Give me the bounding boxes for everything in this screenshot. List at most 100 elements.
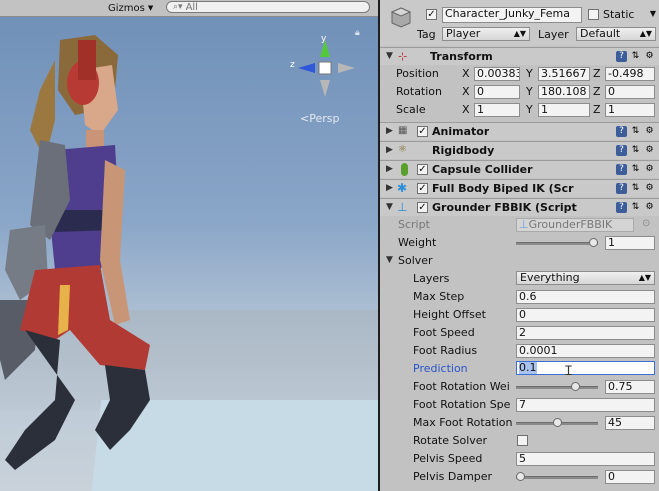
- preset-icon[interactable]: ⇅: [630, 51, 641, 62]
- persp-label[interactable]: <Persp: [300, 112, 339, 125]
- pelvis-speed-field[interactable]: 5: [516, 452, 655, 466]
- animator-header[interactable]: ▶ ▦ ✓ Animator ? ⇅ ⚙: [380, 122, 659, 140]
- pelvis-damper-field[interactable]: 0: [605, 470, 655, 484]
- capsule-icon: [401, 163, 408, 176]
- scale-z-field[interactable]: 1: [605, 103, 655, 117]
- gizmo-z-axis[interactable]: [298, 63, 315, 73]
- gear-icon[interactable]: ⚙: [644, 126, 655, 137]
- gizmo-neg-x-axis[interactable]: [338, 63, 355, 73]
- rotation-row: Rotation X 0 Y 180.108 Z 0: [380, 83, 659, 101]
- gear-icon[interactable]: ⚙: [644, 164, 655, 175]
- prediction-label: Prediction: [413, 362, 468, 375]
- scale-x-field[interactable]: 1: [474, 103, 520, 117]
- preset-icon[interactable]: ⇅: [630, 145, 641, 156]
- position-y-field[interactable]: 3.51667: [538, 67, 590, 81]
- rotation-label: Rotation: [396, 85, 443, 98]
- foldout-arrow-icon[interactable]: ▶: [386, 145, 393, 155]
- help-book-icon[interactable]: ?: [616, 164, 627, 175]
- dropdown-arrow-icon: ▼: [147, 4, 154, 12]
- max-step-row: Max Step 0.6: [380, 288, 659, 306]
- scene-search[interactable]: ⌕▾: [166, 1, 370, 13]
- static-dropdown[interactable]: ▼: [645, 8, 659, 22]
- weight-label: Weight: [398, 236, 437, 249]
- layer-dropdown[interactable]: Default ▲▼: [576, 27, 656, 41]
- scale-y-field[interactable]: 1: [538, 103, 590, 117]
- height-offset-field[interactable]: 0: [516, 308, 655, 322]
- capsule-collider-enabled-checkbox[interactable]: ✓: [417, 164, 428, 175]
- scale-row: Scale X 1 Y 1 Z 1: [380, 101, 659, 119]
- weight-row: Weight 1: [380, 234, 659, 252]
- foot-rotation-weight-slider-knob[interactable]: [570, 382, 580, 391]
- max-foot-rotation-slider-knob[interactable]: [552, 418, 562, 427]
- rotate-solver-checkbox[interactable]: [517, 435, 528, 446]
- max-foot-rotation-field[interactable]: 45: [605, 416, 655, 430]
- max-foot-rotation-label: Max Foot Rotation: [413, 416, 513, 429]
- grounder-fbbik-title: Grounder FBBIK (Script: [432, 201, 577, 214]
- foot-radius-field[interactable]: 0.0001: [516, 344, 655, 358]
- foldout-arrow-icon[interactable]: ▼: [386, 51, 393, 61]
- help-book-icon[interactable]: ?: [616, 202, 627, 213]
- preset-icon[interactable]: ⇅: [630, 164, 641, 175]
- weight-field[interactable]: 1: [605, 236, 655, 250]
- position-z-field[interactable]: -0.498: [605, 67, 655, 81]
- gizmos-dropdown[interactable]: Gizmos ▼: [104, 1, 157, 15]
- pelvis-damper-slider-knob[interactable]: [516, 472, 525, 481]
- preset-icon[interactable]: ⇅: [630, 126, 641, 137]
- grounder-fbbik-header[interactable]: ▼ ⊥ ✓ Grounder FBBIK (Script ? ⇅ ⚙: [380, 198, 659, 216]
- rotation-y-field[interactable]: 180.108: [538, 85, 590, 99]
- animator-icon: ▦: [398, 125, 408, 136]
- rotation-z-field[interactable]: 0: [605, 85, 655, 99]
- full-body-biped-ik-header[interactable]: ▶ ✱ ✓ Full Body Biped IK (Scr ? ⇅ ⚙: [380, 179, 659, 197]
- pelvis-damper-row: Pelvis Damper 0: [380, 468, 659, 486]
- prediction-field[interactable]: 0.1: [516, 361, 655, 375]
- help-book-icon[interactable]: ?: [616, 183, 627, 194]
- foot-rotation-weight-slider-track[interactable]: [516, 386, 598, 389]
- foot-rotation-weight-field[interactable]: 0.75: [605, 380, 655, 394]
- scene-view[interactable]: Gizmos ▼ ⌕▾ 🔒︎ y z <Persp: [0, 0, 378, 491]
- script-object-field: ⊥GrounderFBBIK: [516, 218, 634, 232]
- weight-slider-track[interactable]: [516, 242, 598, 245]
- solver-foldout[interactable]: ▼ Solver: [380, 252, 659, 270]
- gear-icon[interactable]: ⚙: [644, 145, 655, 156]
- transform-icon: ⊹: [398, 50, 408, 63]
- static-checkbox[interactable]: [588, 9, 599, 20]
- layers-dropdown[interactable]: Everything ▲▼: [516, 271, 655, 285]
- foldout-arrow-icon[interactable]: ▼: [386, 255, 393, 265]
- foot-rotation-speed-field[interactable]: 7: [516, 398, 655, 412]
- scene-orientation-gizmo[interactable]: y z: [290, 35, 360, 105]
- gear-icon[interactable]: ⚙: [644, 202, 655, 213]
- preset-icon[interactable]: ⇅: [630, 202, 641, 213]
- pelvis-damper-slider-track[interactable]: [516, 476, 598, 479]
- help-book-icon[interactable]: ?: [616, 51, 627, 62]
- foldout-arrow-icon[interactable]: ▶: [386, 126, 393, 136]
- foldout-arrow-icon[interactable]: ▶: [386, 183, 393, 193]
- gear-icon[interactable]: ⚙: [644, 51, 655, 62]
- script-icon: ⊥: [519, 218, 529, 231]
- animator-enabled-checkbox[interactable]: ✓: [417, 126, 428, 137]
- tag-dropdown[interactable]: Player ▲▼: [442, 27, 530, 41]
- foldout-arrow-icon[interactable]: ▶: [386, 164, 393, 174]
- help-book-icon[interactable]: ?: [616, 145, 627, 156]
- prediction-row: Prediction 0.1 Ｉ: [380, 360, 659, 379]
- transform-header[interactable]: ▼ ⊹ Transform ? ⇅ ⚙: [380, 47, 659, 65]
- full-body-biped-ik-enabled-checkbox[interactable]: ✓: [417, 183, 428, 194]
- grounder-icon: ⊥: [397, 200, 408, 214]
- capsule-collider-header[interactable]: ▶ ✓ Capsule Collider ? ⇅ ⚙: [380, 160, 659, 178]
- foot-speed-field[interactable]: 2: [516, 326, 655, 340]
- rotation-x-field[interactable]: 0: [474, 85, 520, 99]
- gear-icon[interactable]: ⚙: [644, 183, 655, 194]
- help-book-icon[interactable]: ?: [616, 126, 627, 137]
- gizmo-center-cube[interactable]: [318, 61, 332, 75]
- max-step-field[interactable]: 0.6: [516, 290, 655, 304]
- grounder-fbbik-enabled-checkbox[interactable]: ✓: [417, 202, 428, 213]
- scene-search-input[interactable]: [185, 1, 356, 13]
- active-checkbox[interactable]: ✓: [426, 9, 437, 20]
- weight-slider-knob[interactable]: [589, 238, 598, 247]
- foldout-arrow-icon[interactable]: ▼: [386, 202, 393, 212]
- biped-icon: ✱: [397, 181, 408, 195]
- gizmo-neg-y-axis[interactable]: [320, 80, 330, 97]
- position-x-field[interactable]: 0.00383: [474, 67, 520, 81]
- preset-icon[interactable]: ⇅: [630, 183, 641, 194]
- object-name-field[interactable]: Character_Junky_Fema: [442, 7, 582, 23]
- rigidbody-header[interactable]: ▶ ⚛ Rigidbody ? ⇅ ⚙: [380, 141, 659, 159]
